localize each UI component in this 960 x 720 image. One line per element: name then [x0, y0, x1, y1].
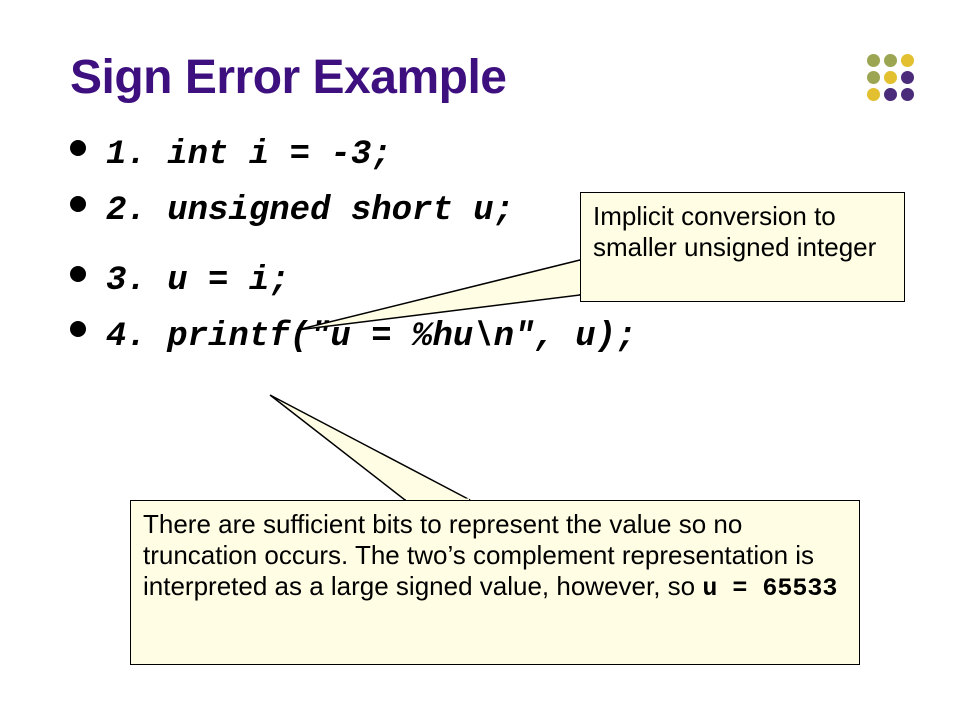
callout-explanation: There are sufficient bits to represent t… [130, 500, 860, 665]
slide: Sign Error Example 1. int i = -3; 2. uns… [0, 0, 960, 720]
callout-code: u = 65533 [702, 574, 837, 603]
